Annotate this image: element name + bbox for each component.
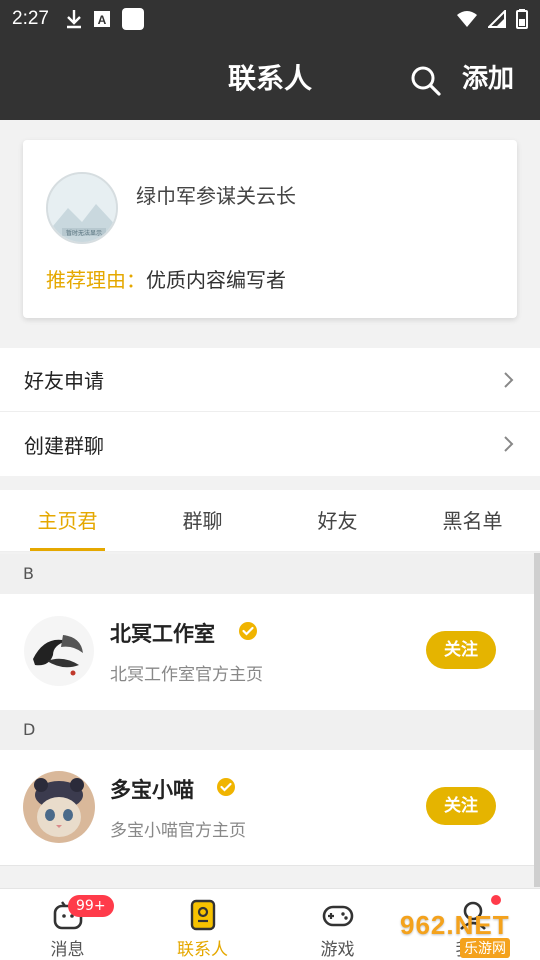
battery-icon — [516, 9, 528, 29]
chevron-right-icon — [504, 436, 514, 452]
site-watermark: 962.NET 乐游网 — [400, 906, 534, 958]
section-letter-d: D — [0, 710, 540, 750]
wifi-icon — [457, 11, 477, 27]
section-letter-b: B — [0, 554, 540, 594]
nav-messages-label: 消息 — [50, 940, 85, 960]
search-icon[interactable] — [408, 63, 442, 97]
nav-messages[interactable]: 99+ 消息 — [0, 889, 135, 960]
verified-icon — [217, 778, 235, 796]
nav-games-label: 游戏 — [320, 940, 355, 960]
page-title: 联系人 — [227, 62, 312, 95]
placeholder-image-icon: 暂时无法显示 — [48, 174, 116, 242]
verified-icon — [239, 622, 257, 640]
tab-blacklist[interactable]: 黑名单 — [405, 490, 540, 551]
contacts-icon — [190, 899, 215, 931]
font-app-icon: A — [93, 11, 110, 27]
gamepad-icon — [322, 905, 353, 927]
tab-homepage[interactable]: 主页君 — [0, 490, 135, 551]
create-group-label: 创建群聊 — [24, 433, 104, 458]
notification-icons: A — [65, 7, 145, 31]
contact-item[interactable]: 多宝小喵 多宝小喵官方主页 关注 — [0, 750, 540, 866]
list-scrollbar[interactable] — [534, 553, 540, 887]
friend-requests-row[interactable]: 好友申请 — [0, 348, 540, 412]
tab-friends[interactable]: 好友 — [270, 490, 405, 551]
contact-name[interactable]: 北冥工作室 — [110, 618, 215, 648]
contact-description: 多宝小喵官方主页 — [110, 821, 246, 841]
contact-name[interactable]: 多宝小喵 — [110, 774, 194, 804]
svg-text:A: A — [98, 13, 107, 27]
status-time: 2:27 — [12, 8, 49, 29]
contact-avatar[interactable] — [23, 615, 95, 687]
recommend-reason: 推荐理由：优质内容编写者 — [46, 264, 286, 293]
watermark-subtitle: 乐游网 — [460, 938, 510, 958]
nav-contacts-label: 联系人 — [177, 940, 228, 960]
create-group-row[interactable]: 创建群聊 — [0, 412, 540, 476]
contact-item[interactable]: 北冥工作室 北冥工作室官方主页 关注 — [0, 594, 540, 710]
nav-games[interactable]: 游戏 — [270, 889, 405, 960]
recommend-card[interactable]: 暂时无法显示 绿巾军参谋关云长 推荐理由：优质内容编写者 — [23, 140, 517, 318]
watermark-logo: 962.NET — [400, 910, 510, 940]
contact-avatar[interactable] — [23, 771, 95, 843]
recommend-reason-label: 推荐理由： — [46, 268, 146, 292]
follow-button[interactable]: 关注 — [426, 787, 496, 825]
add-button[interactable]: 添加 — [462, 38, 514, 120]
recommend-name[interactable]: 绿巾军参谋关云长 — [136, 180, 296, 209]
friend-requests-label: 好友申请 — [24, 369, 104, 393]
svg-text:暂时无法显示: 暂时无法显示 — [66, 229, 102, 237]
square-app-icon — [121, 8, 144, 30]
chevron-right-icon — [504, 371, 514, 388]
recommend-reason-value: 优质内容编写者 — [146, 268, 286, 292]
app-header: 联系人 添加 — [0, 38, 540, 120]
recommend-avatar[interactable]: 暂时无法显示 — [46, 172, 118, 244]
notification-dot — [491, 895, 501, 905]
contact-tabs: 主页君 群聊 好友 黑名单 — [0, 490, 540, 552]
nav-contacts[interactable]: 联系人 — [135, 889, 270, 960]
download-icon — [66, 10, 81, 29]
contact-description: 北冥工作室官方主页 — [110, 665, 263, 685]
signal-icon — [488, 10, 506, 28]
status-bar: 2:27 A — [0, 0, 540, 38]
tab-groups[interactable]: 群聊 — [135, 490, 270, 551]
follow-button[interactable]: 关注 — [426, 631, 496, 669]
unread-badge: 99+ — [68, 895, 114, 917]
